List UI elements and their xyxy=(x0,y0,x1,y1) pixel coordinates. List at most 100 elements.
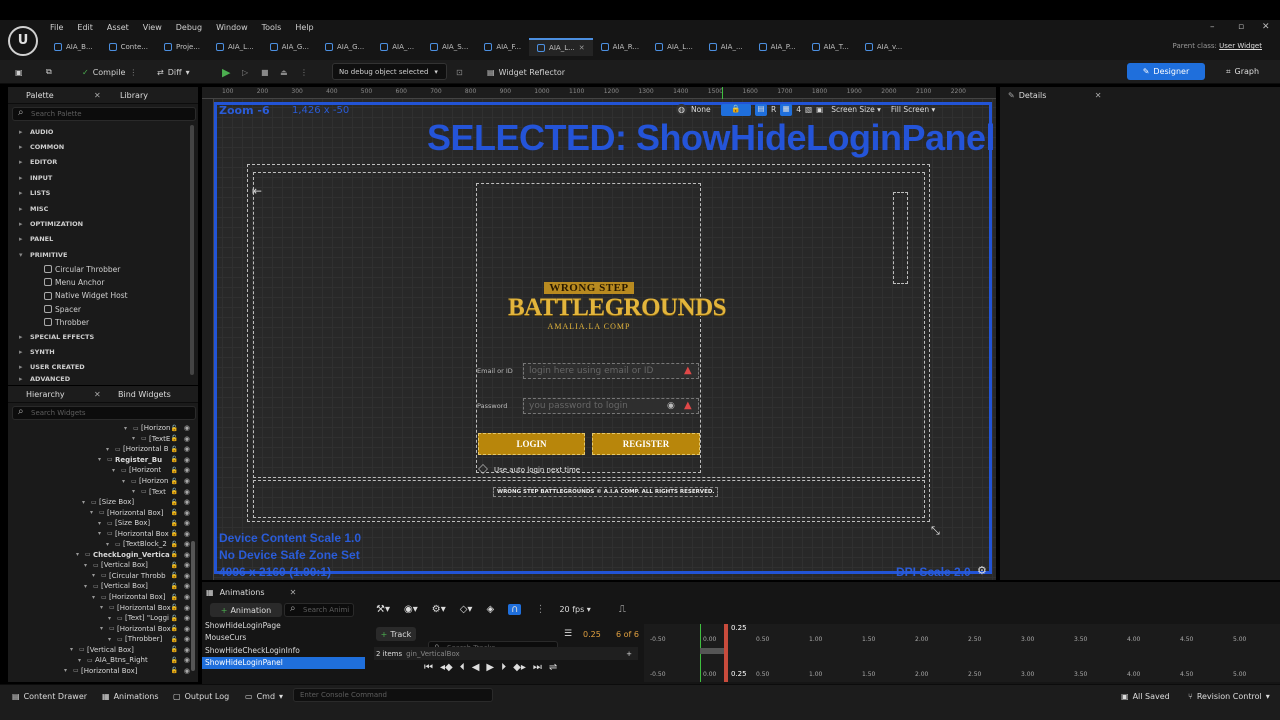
hierarchy-row[interactable]: ▾ ▭ [Vertical Box] 🔓 ◉ xyxy=(8,644,192,655)
eye-icon[interactable]: ◉ xyxy=(184,635,190,643)
document-tab[interactable]: AIA_G... xyxy=(317,38,372,56)
palette-search-input[interactable]: Search Palette xyxy=(12,107,196,121)
eye-icon[interactable]: ◉ xyxy=(184,435,190,443)
eye-icon[interactable]: ◉ xyxy=(184,561,190,569)
eject-icon[interactable]: ⏏ xyxy=(280,64,288,80)
designer-button[interactable]: ✎ Designer xyxy=(1127,63,1205,80)
lock-icon[interactable]: 🔓 xyxy=(171,572,178,579)
prev-key-icon[interactable]: ◂◆ xyxy=(440,662,453,673)
current-time[interactable]: 0.25 xyxy=(583,630,601,639)
hierarchy-row[interactable]: ▾ ▭ [Horizont 🔓 ◉ xyxy=(8,465,192,476)
image-icon[interactable]: ▧ xyxy=(805,105,812,114)
eye-icon[interactable]: ◉ xyxy=(184,572,190,580)
eye-icon[interactable]: ◉ xyxy=(184,498,190,506)
lock-icon[interactable]: 🔓 xyxy=(171,488,178,495)
expand-arrow-icon[interactable]: ▾ xyxy=(132,488,135,495)
hierarchy-row[interactable]: ▾ ▭ Register_Bu 🔓 ◉ xyxy=(8,455,192,466)
right-buttons-outline[interactable] xyxy=(893,192,908,284)
hierarchy-row[interactable]: ▾ ▭ [Horizontal Box] 🔓 ◉ xyxy=(8,592,192,603)
lock-icon[interactable]: 🔓 xyxy=(171,456,178,463)
expand-arrow-icon[interactable]: ▾ xyxy=(108,636,111,643)
eye-icon[interactable]: ◉ xyxy=(184,466,190,474)
document-tab[interactable]: AIA_v... xyxy=(857,38,910,56)
eye-icon[interactable]: ◉ xyxy=(184,646,190,654)
hierarchy-row[interactable]: ▾ ▭ [Horizon 🔓 ◉ xyxy=(8,476,192,487)
lock-icon[interactable]: 🔓 xyxy=(171,499,178,506)
lock-icon[interactable]: 🔓 xyxy=(171,425,178,432)
unreal-logo-icon[interactable]: U xyxy=(8,26,38,56)
palette-category[interactable]: INPUT xyxy=(8,170,198,185)
expand-arrow-icon[interactable]: ▾ xyxy=(64,667,67,674)
step-back-icon[interactable]: ⏴ xyxy=(460,662,465,673)
hierarchy-row[interactable]: ▾ ▭ [Horizon 🔓 ◉ xyxy=(8,423,192,434)
expand-arrow-icon[interactable]: ▾ xyxy=(84,583,87,590)
eye-icon[interactable]: ◉ xyxy=(184,625,190,633)
step-forward-icon[interactable]: ⏵ xyxy=(501,662,506,673)
hierarchy-row[interactable]: ▾ ▭ [Horizontal Box 🔓 ◉ xyxy=(8,623,192,634)
close-icon[interactable]: ✕ xyxy=(1095,91,1102,100)
palette-category[interactable]: MISC xyxy=(8,201,198,216)
hierarchy-row[interactable]: ▾ ▭ [Horizontal B 🔓 ◉ xyxy=(8,444,192,455)
lock-icon[interactable]: 🔓 xyxy=(171,509,178,516)
hierarchy-row[interactable]: ▾ ▭ [Horizontal Box] 🔓 ◉ xyxy=(8,507,192,518)
eye-icon[interactable]: ◉ xyxy=(184,519,190,527)
eye-icon[interactable]: ◉ xyxy=(184,582,190,590)
lock-icon[interactable]: 🔒 xyxy=(721,103,751,116)
document-tab[interactable]: AIA_G... xyxy=(262,38,317,56)
expand-arrow-icon[interactable]: ▾ xyxy=(92,572,95,579)
browse-icon[interactable]: ⧉ xyxy=(46,64,52,80)
document-tab[interactable]: AIA_L... xyxy=(647,38,701,56)
menu-view[interactable]: View xyxy=(143,22,162,33)
step-icon[interactable]: ▷ xyxy=(242,64,248,80)
fill-screen-dropdown[interactable]: Fill Screen ▾ xyxy=(891,105,935,114)
animation-item[interactable]: ShowHideCheckLoginInfo xyxy=(202,644,365,657)
menu-debug[interactable]: Debug xyxy=(176,22,202,33)
hierarchy-row[interactable]: ▾ ▭ [Horizontal Box 🔓 ◉ xyxy=(8,602,192,613)
close-icon[interactable]: ✕ xyxy=(94,390,108,399)
lock-icon[interactable]: 🔓 xyxy=(171,636,178,643)
lock-icon[interactable]: 🔓 xyxy=(171,435,178,442)
eye-icon[interactable]: ◉ xyxy=(184,604,190,612)
animation-item[interactable]: ShowHideLoginPage xyxy=(202,619,365,632)
document-tab[interactable]: AIA_T... xyxy=(804,38,857,56)
expand-arrow-icon[interactable]: ▾ xyxy=(70,646,73,653)
camera-icon[interactable]: ▣ xyxy=(816,105,823,114)
play-icon[interactable]: ▶ xyxy=(486,662,494,673)
eye-icon[interactable]: ◉ xyxy=(184,656,190,664)
document-tab[interactable]: AIA_B... xyxy=(46,38,101,56)
expand-arrow-icon[interactable]: ▾ xyxy=(82,499,85,506)
menu-asset[interactable]: Asset xyxy=(107,22,129,33)
play-options-icon[interactable]: ⋮ xyxy=(300,64,308,80)
expand-arrow-icon[interactable]: ▾ xyxy=(122,478,125,485)
eye-icon[interactable]: ◉ xyxy=(184,477,190,485)
expand-arrow-icon[interactable]: ▾ xyxy=(90,509,93,516)
expand-arrow-icon[interactable]: ▾ xyxy=(98,530,101,537)
expand-arrow-icon[interactable]: ▾ xyxy=(98,520,101,527)
hierarchy-row[interactable]: ▾ ▭ [TextBlock_2 🔓 ◉ xyxy=(8,539,192,550)
menu-help[interactable]: Help xyxy=(295,22,313,33)
graph-button[interactable]: ⌗ Graph xyxy=(1226,63,1259,80)
add-track-button[interactable]: + Track xyxy=(376,627,416,641)
all-saved-status[interactable]: ▣ All Saved xyxy=(1121,689,1170,703)
curve-editor-icon[interactable]: ⎍ xyxy=(619,604,626,615)
palette-item[interactable]: Spacer xyxy=(8,302,198,315)
eye-icon[interactable]: ◉ xyxy=(184,551,190,559)
menu-window[interactable]: Window xyxy=(216,22,248,33)
expand-arrow-icon[interactable]: ▾ xyxy=(124,425,127,432)
screen-size-dropdown[interactable]: Screen Size ▾ xyxy=(831,105,881,114)
lock-icon[interactable]: 🔓 xyxy=(171,530,178,537)
expand-arrow-icon[interactable]: ▾ xyxy=(100,604,103,611)
playhead[interactable] xyxy=(724,624,728,682)
lock-icon[interactable]: 🔓 xyxy=(171,583,178,590)
maximize-icon[interactable]: ▫ xyxy=(1238,22,1244,32)
palette-item[interactable]: Menu Anchor xyxy=(8,276,198,289)
console-input[interactable]: Enter Console Command xyxy=(293,688,493,702)
palette-category[interactable]: USER CREATED xyxy=(8,360,198,375)
eye-icon[interactable]: ◉ xyxy=(184,593,190,601)
playback-options-icon[interactable]: ⚙▾ xyxy=(432,604,446,615)
document-tab[interactable]: Conte... xyxy=(101,38,156,56)
lock-icon[interactable]: 🔓 xyxy=(171,667,178,674)
document-tab[interactable]: AIA_L... ✕ xyxy=(529,38,593,56)
palette-category[interactable]: EDITOR xyxy=(8,155,198,170)
save-icon[interactable]: ▣ xyxy=(15,64,23,80)
